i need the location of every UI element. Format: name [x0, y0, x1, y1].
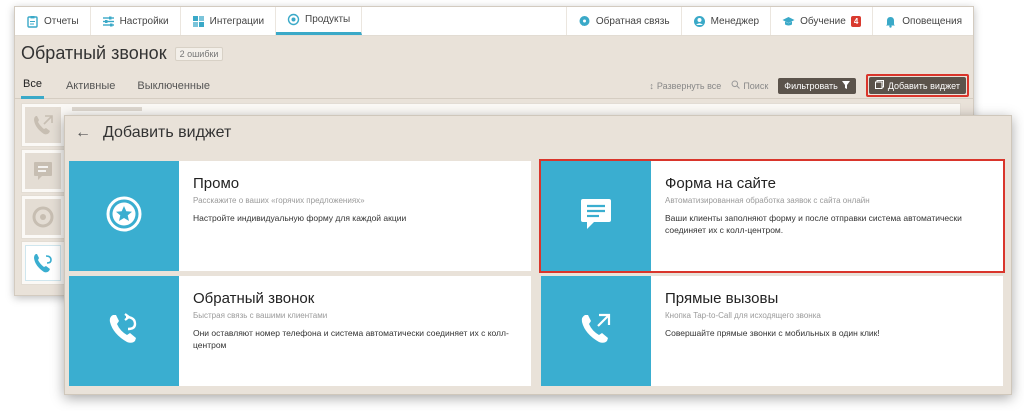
card-icon-box	[541, 276, 651, 386]
card-icon-box	[69, 276, 179, 386]
toolbar: ↕ Развернуть все Поиск Фильтровать Добав…	[649, 74, 973, 97]
modal-title: Добавить виджет	[103, 124, 232, 141]
nav-reports-label: Отчеты	[44, 15, 79, 27]
card-body: Обратный звонок Быстрая связь с вашими к…	[179, 276, 531, 386]
clipboard-icon	[26, 15, 39, 28]
add-widget-label: Добавить виджет	[887, 80, 960, 91]
card-subtitle: Кнопка Tap-to-Call для исходящего звонка	[665, 311, 821, 320]
widget-card-direct-calls[interactable]: Прямые вызовы Кнопка Tap-to-Call для исх…	[541, 276, 1003, 386]
star-badge-icon	[105, 195, 143, 238]
nav-manager-label: Менеджер	[710, 15, 760, 27]
nav-products[interactable]: Продукты	[276, 7, 363, 35]
card-icon-box	[69, 161, 179, 271]
message-icon	[25, 153, 61, 189]
tab-disabled[interactable]: Выключенные	[137, 73, 210, 99]
card-description: Они оставляют номер телефона и система а…	[193, 328, 509, 351]
nav-education-label: Обучение	[800, 15, 846, 27]
filter-button[interactable]: Фильтровать	[778, 77, 856, 94]
funnel-icon	[841, 80, 850, 91]
add-widget-modal: ← Добавить виджет Промо Расскажите о ваш…	[64, 115, 1012, 395]
search-label: Поиск	[743, 80, 769, 91]
expand-icon: ↕	[649, 80, 654, 91]
callback-icon	[25, 245, 61, 281]
errors-badge[interactable]: 2 ошибки	[174, 46, 224, 61]
manager-icon	[693, 15, 706, 28]
message-form-icon	[579, 197, 613, 236]
modal-header: ← Добавить виджет	[75, 124, 231, 142]
nav-products-label: Продукты	[305, 14, 351, 25]
card-icon-box	[541, 161, 651, 271]
phone-outgoing-icon	[578, 311, 614, 352]
page-header: Обратный звонок 2 ошибки	[21, 43, 224, 64]
widget-card-site-form[interactable]: Форма на сайте Автоматизированная обрабо…	[539, 159, 1005, 273]
target-icon	[25, 199, 61, 235]
search-button[interactable]: Поиск	[731, 80, 768, 91]
nav-manager[interactable]: Менеджер	[680, 7, 771, 35]
education-count-badge: 4	[850, 15, 862, 27]
card-description: Настройте индивидуальную форму для каждо…	[193, 213, 407, 223]
card-body: Промо Расскажите о ваших «горячих предло…	[179, 161, 420, 271]
card-subtitle: Быстрая связь с вашими клиентами	[193, 311, 328, 320]
nav-integrations[interactable]: Интеграции	[181, 7, 277, 35]
card-body: Форма на сайте Автоматизированная обрабо…	[651, 161, 1003, 271]
products-icon	[287, 13, 300, 26]
graduation-cap-icon	[782, 15, 795, 28]
card-description: Совершайте прямые звонки с мобильных в о…	[665, 328, 880, 338]
back-arrow-icon[interactable]: ←	[75, 125, 91, 141]
nav-reports[interactable]: Отчеты	[15, 7, 91, 35]
phone-outgoing-icon	[25, 107, 61, 143]
card-title: Прямые вызовы	[665, 290, 779, 307]
expand-all-label: Развернуть все	[656, 80, 722, 91]
tab-active[interactable]: Активные	[66, 73, 115, 99]
nav-feedback-label: Обратная связь	[595, 15, 670, 27]
card-title: Форма на сайте	[665, 175, 776, 192]
card-body: Прямые вызовы Кнопка Tap-to-Call для исх…	[651, 276, 894, 386]
top-nav-right: Обратная связь Менеджер Обучение 4 Опове…	[565, 7, 973, 35]
feedback-icon	[578, 15, 591, 28]
nav-notifications-label: Оповещения	[902, 15, 962, 27]
tab-all[interactable]: Все	[21, 73, 44, 99]
nav-integrations-label: Интеграции	[209, 15, 265, 27]
nav-settings-label: Настройки	[119, 15, 169, 27]
top-nav-left: Отчеты Настройки Интеграции Продукты	[15, 7, 363, 35]
card-title: Промо	[193, 175, 240, 192]
top-navigation: Отчеты Настройки Интеграции Продукты Обр…	[15, 7, 973, 36]
card-subtitle: Расскажите о ваших «горячих предложениях…	[193, 196, 365, 205]
add-widget-icon	[874, 80, 884, 91]
nav-education[interactable]: Обучение 4	[770, 7, 872, 35]
expand-all-button[interactable]: ↕ Развернуть все	[649, 81, 721, 91]
card-description: Ваши клиенты заполняют форму и после отп…	[665, 213, 962, 236]
page-title: Обратный звонок	[21, 43, 167, 63]
row-text	[72, 107, 142, 115]
nav-notifications[interactable]: Оповещения	[872, 7, 973, 35]
filter-label: Фильтровать	[784, 80, 838, 91]
widget-card-callback[interactable]: Обратный звонок Быстрая связь с вашими к…	[69, 276, 531, 386]
add-widget-highlight: Добавить виджет	[865, 74, 969, 97]
widget-card-promo[interactable]: Промо Расскажите о ваших «горячих предло…	[69, 161, 531, 271]
search-icon	[731, 80, 741, 91]
tabs-row: Все Активные Выключенные ↕ Развернуть вс…	[15, 73, 973, 99]
sliders-icon	[102, 15, 115, 28]
bell-icon	[884, 15, 897, 28]
nav-settings[interactable]: Настройки	[91, 7, 181, 35]
phone-callback-icon	[106, 311, 142, 352]
nav-feedback[interactable]: Обратная связь	[565, 7, 681, 35]
card-title: Обратный звонок	[193, 290, 315, 307]
puzzle-icon	[192, 15, 205, 28]
card-subtitle: Автоматизированная обработка заявок с са…	[665, 196, 870, 205]
add-widget-button[interactable]: Добавить виджет	[868, 77, 966, 94]
